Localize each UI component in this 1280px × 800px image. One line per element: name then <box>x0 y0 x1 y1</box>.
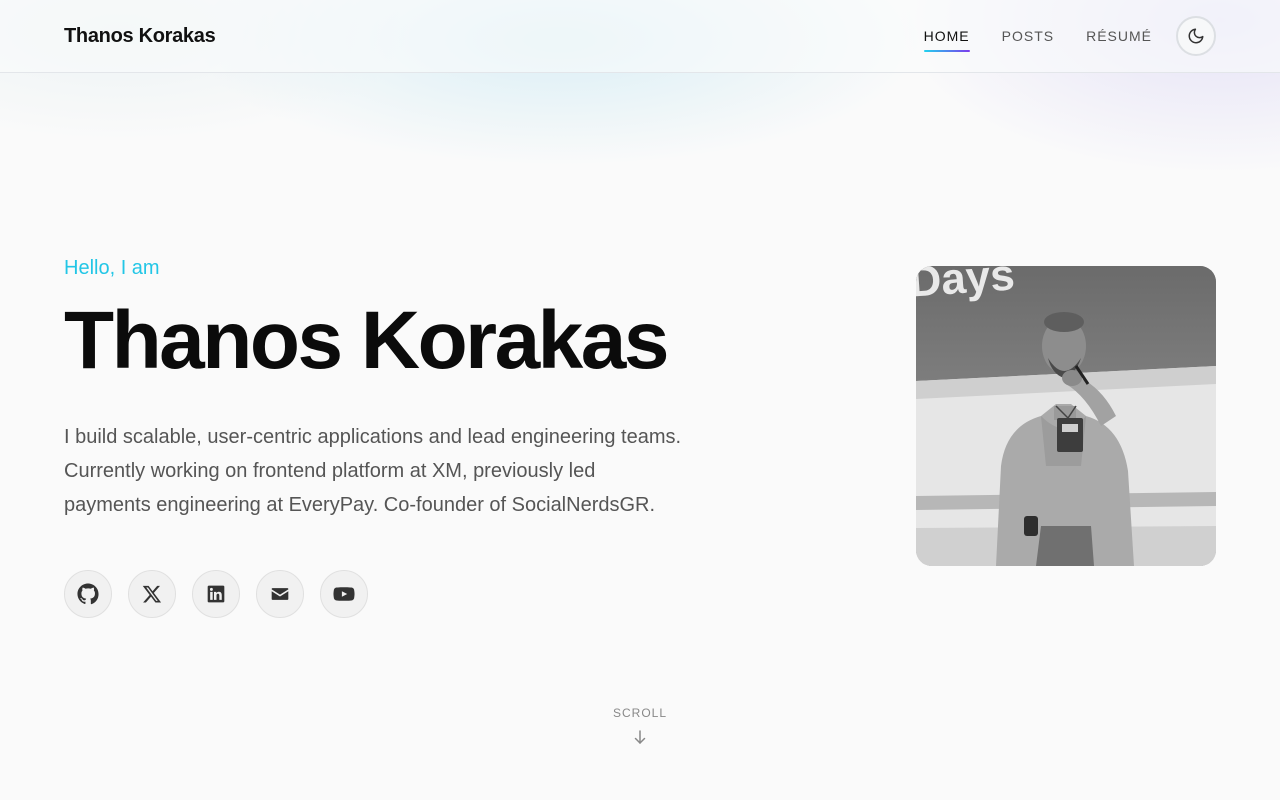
email-link[interactable] <box>256 570 304 618</box>
main-nav: HOME POSTS RÉSUMÉ <box>892 16 1216 56</box>
github-icon <box>77 583 99 605</box>
github-link[interactable] <box>64 570 112 618</box>
nav-home-link[interactable]: HOME <box>923 22 970 52</box>
linkedin-link[interactable] <box>192 570 240 618</box>
youtube-icon <box>333 587 355 601</box>
site-header: Thanos Korakas HOME POSTS RÉSUMÉ <box>0 0 1280 73</box>
hero-bio: I build scalable, user-centric applicati… <box>64 426 682 516</box>
x-twitter-link[interactable] <box>128 570 176 618</box>
hero-name: Thanos Korakas <box>64 295 669 386</box>
nav-posts-link[interactable]: POSTS <box>1002 22 1054 50</box>
hero-section: Hello, I am Thanos Korakas I build scala… <box>64 250 704 618</box>
linkedin-icon <box>207 585 225 603</box>
arrow-down-icon <box>634 730 646 744</box>
x-icon <box>142 585 162 603</box>
social-links <box>64 570 704 618</box>
brand-logo-link[interactable]: Thanos Korakas <box>64 25 216 48</box>
greeting-text: Hello, I am <box>64 257 160 279</box>
profile-photo-illustration: Days <box>916 266 1216 566</box>
profile-photo: Days <box>916 266 1216 566</box>
theme-toggle-button[interactable] <box>1176 16 1216 56</box>
scroll-indicator[interactable]: SCROLL <box>590 706 690 746</box>
youtube-link[interactable] <box>320 570 368 618</box>
moon-icon <box>1188 28 1204 44</box>
email-icon <box>271 588 289 600</box>
scroll-label: SCROLL <box>612 706 668 720</box>
nav-resume-link[interactable]: RÉSUMÉ <box>1086 22 1152 50</box>
